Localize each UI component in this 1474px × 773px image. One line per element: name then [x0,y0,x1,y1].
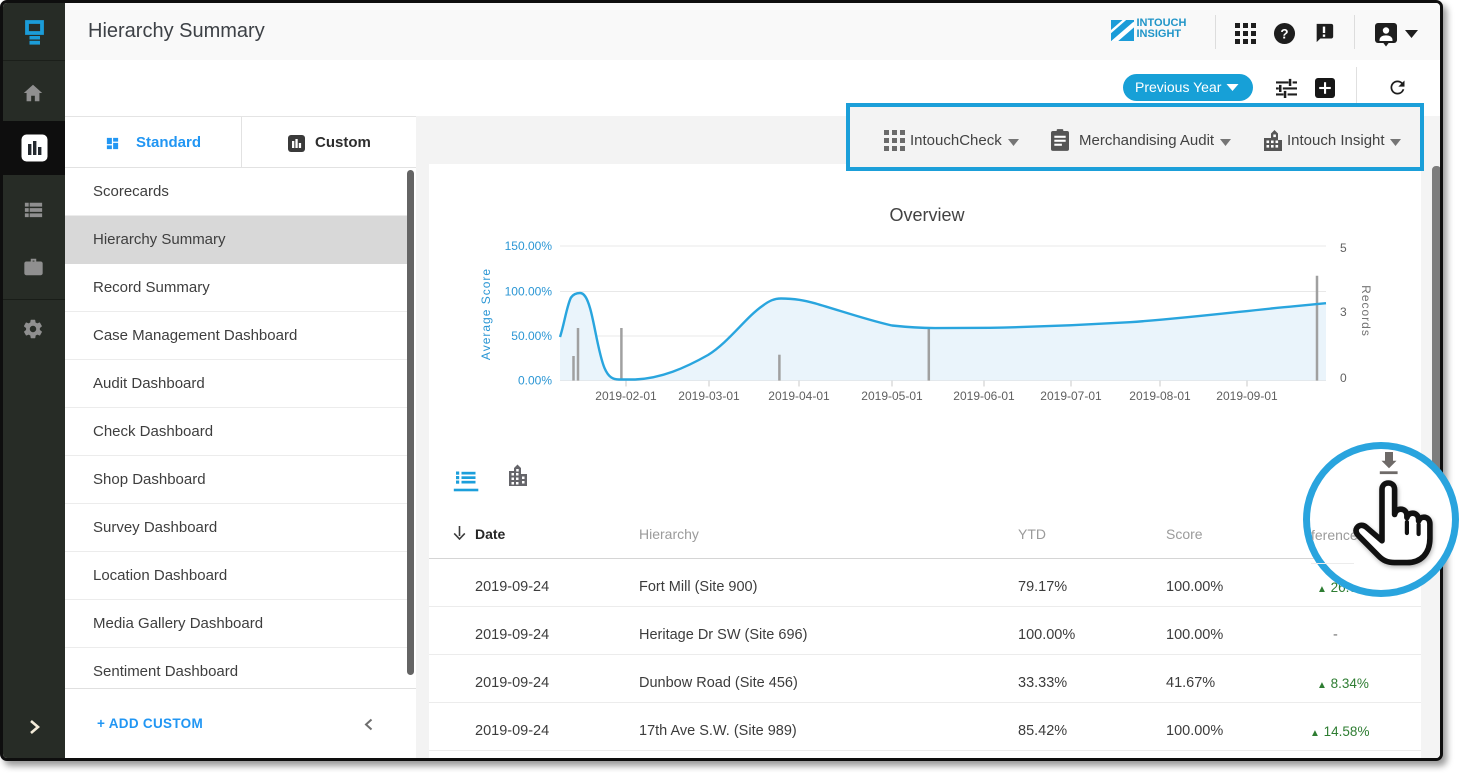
svg-text:150.00%: 150.00% [505,239,553,253]
svg-text:5: 5 [1340,241,1347,255]
svg-text:Average Score: Average Score [479,268,493,360]
svg-text:2019-06-01: 2019-06-01 [953,389,1015,403]
svg-text:2019-08-01: 2019-08-01 [1129,389,1191,403]
svg-text:2019-03-01: 2019-03-01 [678,389,740,403]
svg-text:50.00%: 50.00% [511,329,552,343]
svg-text:0.00%: 0.00% [518,374,552,388]
svg-text:Records: Records [1359,285,1373,337]
svg-text:Overview: Overview [889,205,965,225]
svg-text:2019-04-01: 2019-04-01 [768,389,830,403]
svg-text:3: 3 [1340,305,1347,319]
svg-text:2019-05-01: 2019-05-01 [861,389,923,403]
svg-text:0: 0 [1340,371,1347,385]
svg-text:2019-07-01: 2019-07-01 [1040,389,1102,403]
svg-text:2019-09-01: 2019-09-01 [1216,389,1278,403]
svg-text:?: ? [1280,26,1288,41]
svg-text:2019-02-01: 2019-02-01 [595,389,657,403]
svg-text:100.00%: 100.00% [505,285,553,299]
